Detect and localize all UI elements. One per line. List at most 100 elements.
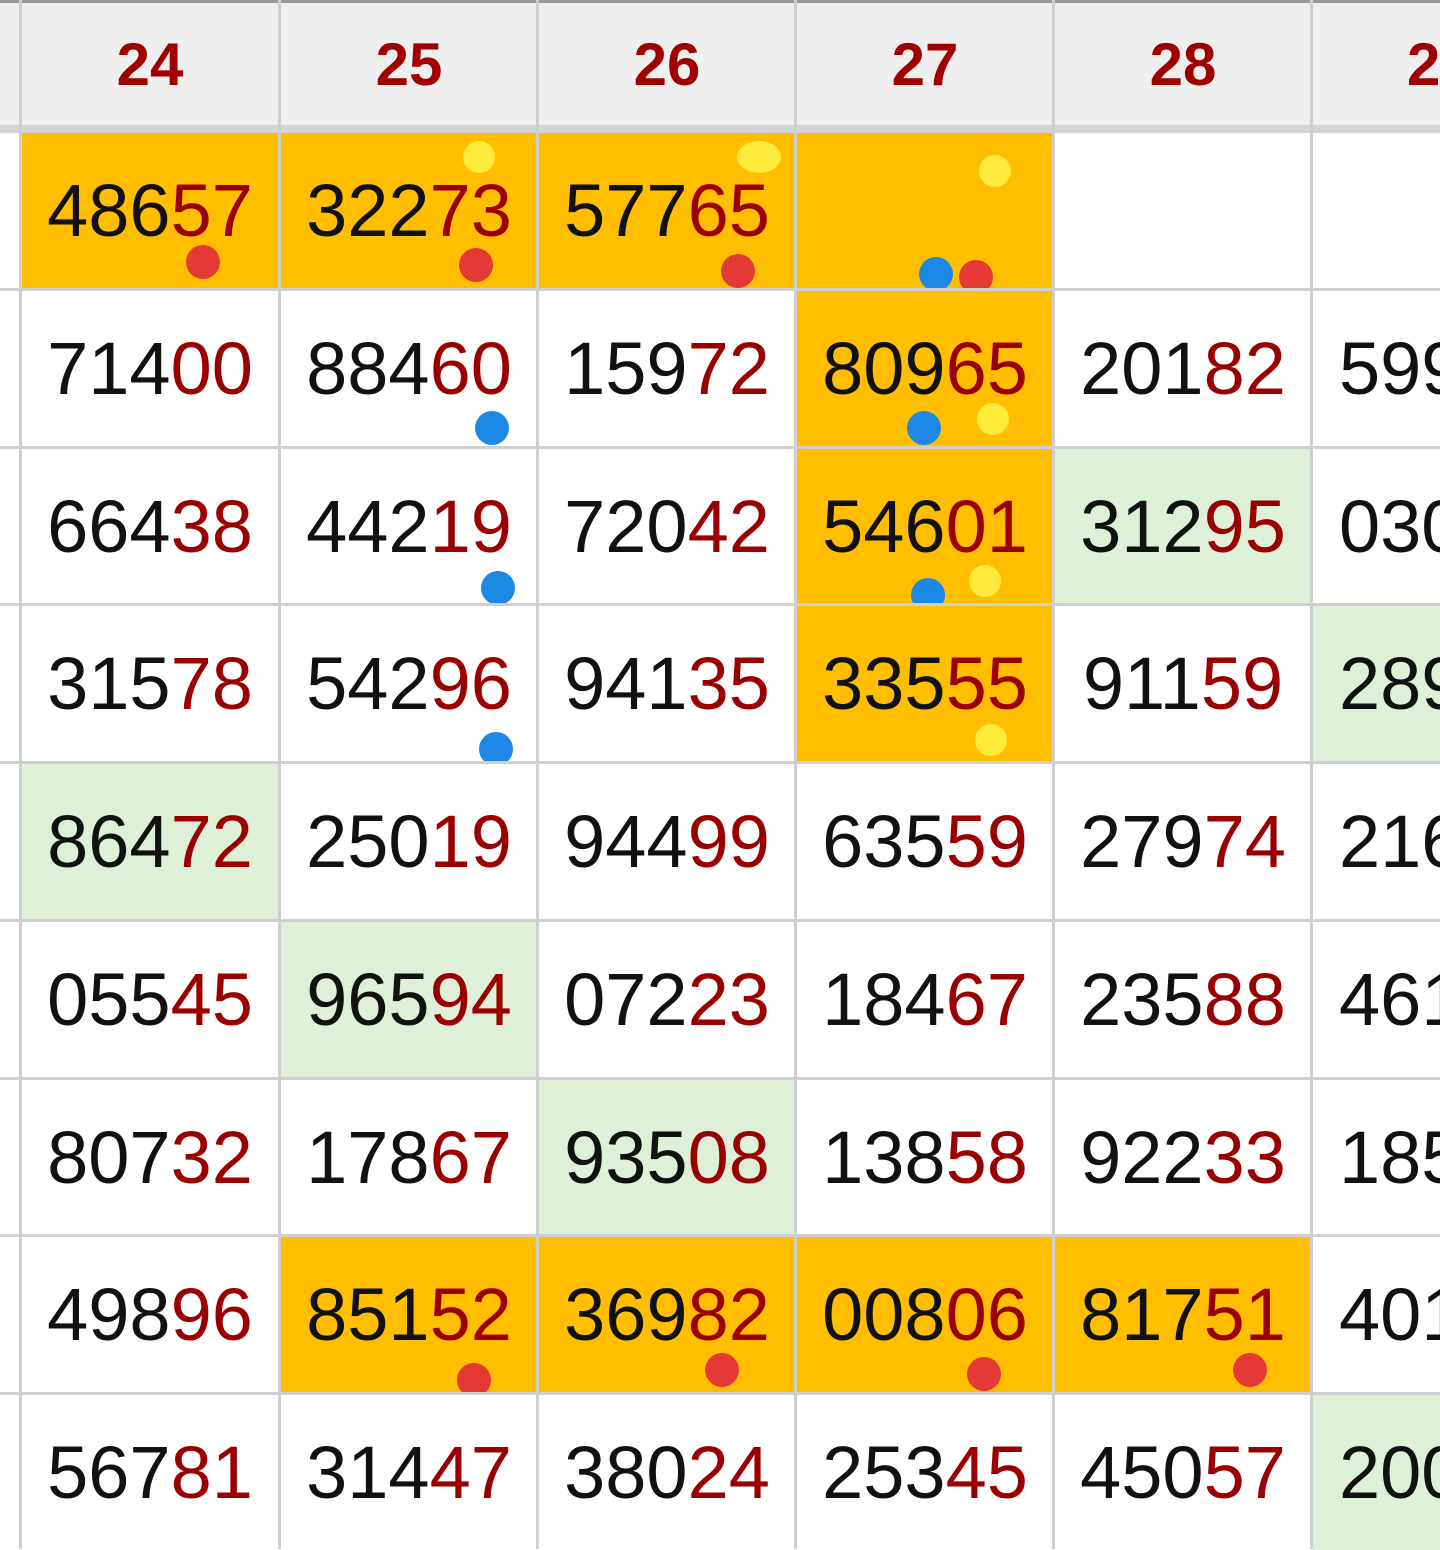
result-cell[interactable]: 486 57 xyxy=(22,133,278,288)
result-cell[interactable]: 008 06 xyxy=(797,1237,1053,1392)
result-cell[interactable]: 279 74 xyxy=(1055,764,1311,919)
result-cell[interactable]: 944 99 xyxy=(539,764,795,919)
result-cell[interactable]: 546 01 xyxy=(797,449,1053,604)
result-head-digits: 159 xyxy=(564,327,688,410)
column-header-day[interactable]: 26 xyxy=(539,3,795,125)
result-head-digits: 279 xyxy=(1080,800,1204,883)
result-cell[interactable]: 322 73 xyxy=(281,133,537,288)
result-cell[interactable]: 335 55 xyxy=(797,606,1053,761)
result-tail-digits: 45 xyxy=(945,1431,1028,1514)
result-cell[interactable]: 369 82 xyxy=(539,1237,795,1392)
result-head-digits: 201 xyxy=(1080,327,1204,410)
result-cell[interactable]: 809 65 xyxy=(797,291,1053,446)
result-cell[interactable]: 965 94 xyxy=(281,922,537,1077)
result-cell[interactable]: 178 67 xyxy=(281,1080,537,1235)
column-header-day[interactable]: 2 xyxy=(1313,3,1440,125)
result-tail-digits: 94 xyxy=(429,958,512,1041)
result-tail-digits: 19 xyxy=(429,485,512,568)
result-head-digits: 335 xyxy=(822,642,946,725)
result-cell[interactable]: 250 19 xyxy=(281,764,537,919)
result-cell[interactable]: 289 xyxy=(1313,606,1440,761)
result-head-digits: 807 xyxy=(47,1116,171,1199)
result-cell[interactable]: 911 59 xyxy=(1055,606,1311,761)
result-head-digits: 450 xyxy=(1080,1431,1204,1514)
result-head-digits: 442 xyxy=(306,485,430,568)
result-cell[interactable]: 884 60 xyxy=(281,291,537,446)
column-header-day[interactable]: 28 xyxy=(1055,3,1311,125)
result-cell[interactable]: 235 88 xyxy=(1055,922,1311,1077)
result-cell[interactable]: 030 xyxy=(1313,449,1440,604)
column-header-day[interactable]: 27 xyxy=(797,3,1053,125)
result-cell[interactable]: 200 xyxy=(1313,1395,1440,1550)
result-head-digits: 599 xyxy=(1339,327,1440,410)
result-head-digits: 817 xyxy=(1080,1273,1204,1356)
result-cell[interactable]: 864 72 xyxy=(22,764,278,919)
result-cell[interactable]: 635 59 xyxy=(797,764,1053,919)
result-head-digits: 664 xyxy=(47,485,171,568)
result-head-digits: 235 xyxy=(1080,958,1204,1041)
result-cell[interactable]: 201 82 xyxy=(1055,291,1311,446)
result-cell[interactable]: 807 32 xyxy=(22,1080,278,1235)
result-cell[interactable]: 401 xyxy=(1313,1237,1440,1392)
result-head-digits: 401 xyxy=(1339,1273,1440,1356)
result-cell[interactable]: 185 xyxy=(1313,1080,1440,1235)
result-cell[interactable]: 159 72 xyxy=(539,291,795,446)
column-header-day[interactable]: 24 xyxy=(22,3,278,125)
result-tail-digits: 67 xyxy=(945,958,1028,1041)
result-tail-digits: 57 xyxy=(1203,1431,1286,1514)
result-head-digits: 369 xyxy=(564,1273,688,1356)
red-marker-dot xyxy=(186,245,220,279)
result-cell[interactable]: 055 45 xyxy=(22,922,278,1077)
blue-marker-dot xyxy=(479,732,513,761)
result-cell[interactable]: 380 24 xyxy=(539,1395,795,1550)
result-cell[interactable]: 072 23 xyxy=(539,922,795,1077)
result-cell[interactable]: 664 38 xyxy=(22,449,278,604)
result-cell[interactable] xyxy=(1055,133,1311,288)
result-head-digits: 380 xyxy=(564,1431,688,1514)
column-divider xyxy=(278,0,281,1549)
column-divider xyxy=(536,0,539,1549)
result-cell[interactable]: 935 08 xyxy=(539,1080,795,1235)
row-divider xyxy=(0,1234,1440,1237)
result-cell[interactable]: 138 58 xyxy=(797,1080,1053,1235)
result-cell[interactable]: 442 19 xyxy=(281,449,537,604)
result-cell[interactable]: 450 57 xyxy=(1055,1395,1311,1550)
result-cell[interactable]: 253 45 xyxy=(797,1395,1053,1550)
result-tail-digits: 51 xyxy=(1203,1273,1286,1356)
result-tail-digits: 42 xyxy=(687,485,770,568)
result-cell[interactable]: 314 47 xyxy=(281,1395,537,1550)
result-tail-digits: 52 xyxy=(429,1273,512,1356)
result-head-digits: 720 xyxy=(564,485,688,568)
result-cell[interactable]: 941 35 xyxy=(539,606,795,761)
result-cell[interactable]: 922 33 xyxy=(1055,1080,1311,1235)
result-tail-digits: 24 xyxy=(687,1431,770,1514)
blue-marker-dot xyxy=(475,411,509,445)
result-cell[interactable]: 577 65 xyxy=(539,133,795,288)
result-cell[interactable]: 851 52 xyxy=(281,1237,537,1392)
result-cell[interactable]: 714 00 xyxy=(22,291,278,446)
result-cell[interactable]: 599 xyxy=(1313,291,1440,446)
result-head-digits: 884 xyxy=(306,327,430,410)
result-cell[interactable]: 542 96 xyxy=(281,606,537,761)
result-cell[interactable] xyxy=(1313,133,1440,288)
result-cell[interactable]: 817 51 xyxy=(1055,1237,1311,1392)
result-cell[interactable]: 498 96 xyxy=(22,1237,278,1392)
row-divider xyxy=(0,446,1440,449)
column-divider xyxy=(1052,0,1055,1549)
result-head-digits: 809 xyxy=(822,327,946,410)
result-cell[interactable]: 720 42 xyxy=(539,449,795,604)
result-cell[interactable]: 567 81 xyxy=(22,1395,278,1550)
result-tail-digits: 72 xyxy=(687,327,770,410)
result-head-digits: 542 xyxy=(306,642,430,725)
result-cell[interactable]: 216 xyxy=(1313,764,1440,919)
result-cell[interactable]: 312 95 xyxy=(1055,449,1311,604)
column-header-day[interactable]: 25 xyxy=(281,3,537,125)
result-cell[interactable]: 315 78 xyxy=(22,606,278,761)
result-cell[interactable] xyxy=(797,133,1053,288)
result-cell[interactable]: 461 xyxy=(1313,922,1440,1077)
result-cell[interactable]: 184 67 xyxy=(797,922,1053,1077)
result-tail-digits: 19 xyxy=(429,800,512,883)
yellow-marker-dot xyxy=(737,141,781,173)
result-tail-digits: 59 xyxy=(945,800,1028,883)
result-tail-digits: 60 xyxy=(429,327,512,410)
